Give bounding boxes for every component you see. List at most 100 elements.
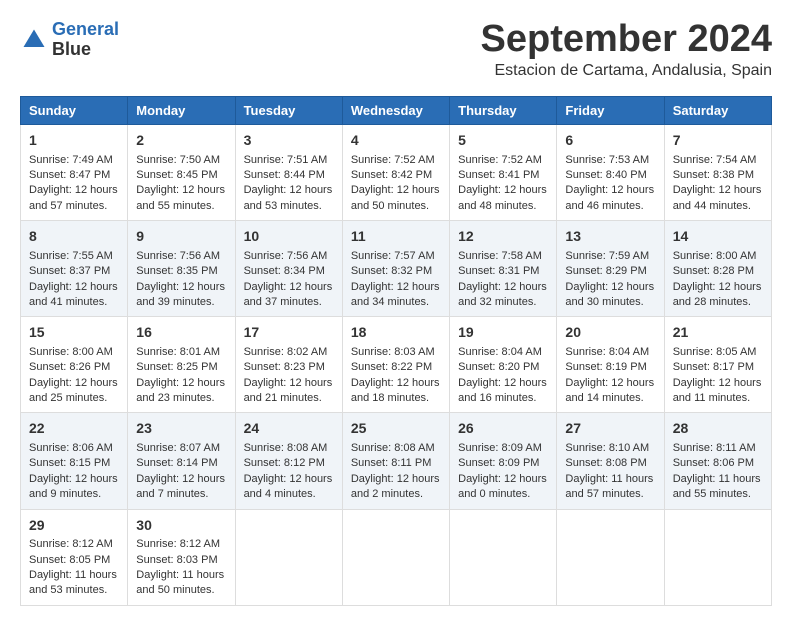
calendar-header-row: Sunday Monday Tuesday Wednesday Thursday… xyxy=(21,97,772,125)
logo-line2: Blue xyxy=(52,40,119,60)
col-saturday: Saturday xyxy=(664,97,771,125)
sunset-text: Sunset: 8:15 PM xyxy=(29,457,110,469)
sunrise-text: Sunrise: 8:00 AM xyxy=(673,250,757,262)
calendar-cell-3-1: 23 Sunrise: 8:07 AM Sunset: 8:14 PM Dayl… xyxy=(128,413,235,509)
logo-line1: General xyxy=(52,19,119,39)
sunrise-text: Sunrise: 8:07 AM xyxy=(136,442,220,454)
day-number: 4 xyxy=(351,131,441,151)
sunrise-text: Sunrise: 8:12 AM xyxy=(136,538,220,550)
daylight-text: Daylight: 12 hours and 30 minutes. xyxy=(565,281,654,308)
col-wednesday: Wednesday xyxy=(342,97,449,125)
sunrise-text: Sunrise: 7:51 AM xyxy=(244,154,328,166)
daylight-text: Daylight: 11 hours and 53 minutes. xyxy=(29,569,117,596)
sunrise-text: Sunrise: 8:05 AM xyxy=(673,346,757,358)
sunrise-text: Sunrise: 8:08 AM xyxy=(244,442,328,454)
sunset-text: Sunset: 8:22 PM xyxy=(351,361,432,373)
calendar-cell-3-0: 22 Sunrise: 8:06 AM Sunset: 8:15 PM Dayl… xyxy=(21,413,128,509)
daylight-text: Daylight: 11 hours and 57 minutes. xyxy=(565,473,653,500)
sunrise-text: Sunrise: 8:10 AM xyxy=(565,442,649,454)
sunset-text: Sunset: 8:14 PM xyxy=(136,457,217,469)
calendar-cell-3-4: 26 Sunrise: 8:09 AM Sunset: 8:09 PM Dayl… xyxy=(450,413,557,509)
sunrise-text: Sunrise: 7:57 AM xyxy=(351,250,435,262)
calendar-table: Sunday Monday Tuesday Wednesday Thursday… xyxy=(20,96,772,606)
location-title: Estacion de Cartama, Andalusia, Spain xyxy=(481,62,773,80)
daylight-text: Daylight: 12 hours and 23 minutes. xyxy=(136,377,225,404)
sunset-text: Sunset: 8:11 PM xyxy=(351,457,432,469)
sunrise-text: Sunrise: 8:12 AM xyxy=(29,538,113,550)
sunset-text: Sunset: 8:41 PM xyxy=(458,169,539,181)
sunset-text: Sunset: 8:23 PM xyxy=(244,361,325,373)
sunset-text: Sunset: 8:19 PM xyxy=(565,361,646,373)
calendar-cell-4-4 xyxy=(450,509,557,605)
sunset-text: Sunset: 8:35 PM xyxy=(136,265,217,277)
calendar-cell-4-5 xyxy=(557,509,664,605)
day-number: 29 xyxy=(29,516,119,536)
day-number: 15 xyxy=(29,323,119,343)
logo-icon xyxy=(20,26,48,54)
sunrise-text: Sunrise: 7:59 AM xyxy=(565,250,649,262)
sunrise-text: Sunrise: 8:08 AM xyxy=(351,442,435,454)
day-number: 8 xyxy=(29,227,119,247)
sunset-text: Sunset: 8:34 PM xyxy=(244,265,325,277)
sunrise-text: Sunrise: 8:04 AM xyxy=(458,346,542,358)
daylight-text: Daylight: 12 hours and 32 minutes. xyxy=(458,281,547,308)
daylight-text: Daylight: 12 hours and 14 minutes. xyxy=(565,377,654,404)
sunset-text: Sunset: 8:29 PM xyxy=(565,265,646,277)
daylight-text: Daylight: 11 hours and 55 minutes. xyxy=(673,473,761,500)
daylight-text: Daylight: 12 hours and 28 minutes. xyxy=(673,281,762,308)
sunset-text: Sunset: 8:08 PM xyxy=(565,457,646,469)
daylight-text: Daylight: 12 hours and 37 minutes. xyxy=(244,281,333,308)
calendar-cell-2-4: 19 Sunrise: 8:04 AM Sunset: 8:20 PM Dayl… xyxy=(450,317,557,413)
sunset-text: Sunset: 8:05 PM xyxy=(29,554,110,566)
day-number: 23 xyxy=(136,419,226,439)
daylight-text: Daylight: 12 hours and 41 minutes. xyxy=(29,281,118,308)
sunrise-text: Sunrise: 8:01 AM xyxy=(136,346,220,358)
daylight-text: Daylight: 12 hours and 39 minutes. xyxy=(136,281,225,308)
sunset-text: Sunset: 8:45 PM xyxy=(136,169,217,181)
sunset-text: Sunset: 8:32 PM xyxy=(351,265,432,277)
week-row-4: 22 Sunrise: 8:06 AM Sunset: 8:15 PM Dayl… xyxy=(21,413,772,509)
sunset-text: Sunset: 8:47 PM xyxy=(29,169,110,181)
calendar-cell-3-2: 24 Sunrise: 8:08 AM Sunset: 8:12 PM Dayl… xyxy=(235,413,342,509)
sunrise-text: Sunrise: 7:54 AM xyxy=(673,154,757,166)
calendar-cell-0-5: 6 Sunrise: 7:53 AM Sunset: 8:40 PM Dayli… xyxy=(557,125,664,221)
calendar-cell-1-0: 8 Sunrise: 7:55 AM Sunset: 8:37 PM Dayli… xyxy=(21,221,128,317)
sunset-text: Sunset: 8:26 PM xyxy=(29,361,110,373)
col-friday: Friday xyxy=(557,97,664,125)
day-number: 14 xyxy=(673,227,763,247)
sunrise-text: Sunrise: 8:06 AM xyxy=(29,442,113,454)
daylight-text: Daylight: 12 hours and 0 minutes. xyxy=(458,473,547,500)
sunrise-text: Sunrise: 7:53 AM xyxy=(565,154,649,166)
daylight-text: Daylight: 12 hours and 2 minutes. xyxy=(351,473,440,500)
sunrise-text: Sunrise: 7:56 AM xyxy=(136,250,220,262)
logo: General Blue xyxy=(20,20,119,60)
logo-text: General Blue xyxy=(52,20,119,60)
calendar-cell-4-1: 30 Sunrise: 8:12 AM Sunset: 8:03 PM Dayl… xyxy=(128,509,235,605)
day-number: 21 xyxy=(673,323,763,343)
daylight-text: Daylight: 12 hours and 44 minutes. xyxy=(673,184,762,211)
calendar-cell-4-0: 29 Sunrise: 8:12 AM Sunset: 8:05 PM Dayl… xyxy=(21,509,128,605)
calendar-cell-0-0: 1 Sunrise: 7:49 AM Sunset: 8:47 PM Dayli… xyxy=(21,125,128,221)
daylight-text: Daylight: 12 hours and 25 minutes. xyxy=(29,377,118,404)
sunset-text: Sunset: 8:03 PM xyxy=(136,554,217,566)
day-number: 3 xyxy=(244,131,334,151)
week-row-1: 1 Sunrise: 7:49 AM Sunset: 8:47 PM Dayli… xyxy=(21,125,772,221)
col-thursday: Thursday xyxy=(450,97,557,125)
sunset-text: Sunset: 8:12 PM xyxy=(244,457,325,469)
month-title: September 2024 xyxy=(481,20,773,58)
page-header: General Blue September 2024 Estacion de … xyxy=(20,20,772,80)
sunset-text: Sunset: 8:09 PM xyxy=(458,457,539,469)
daylight-text: Daylight: 12 hours and 34 minutes. xyxy=(351,281,440,308)
calendar-cell-2-1: 16 Sunrise: 8:01 AM Sunset: 8:25 PM Dayl… xyxy=(128,317,235,413)
daylight-text: Daylight: 12 hours and 11 minutes. xyxy=(673,377,762,404)
calendar-cell-0-2: 3 Sunrise: 7:51 AM Sunset: 8:44 PM Dayli… xyxy=(235,125,342,221)
calendar-cell-4-6 xyxy=(664,509,771,605)
calendar-cell-0-3: 4 Sunrise: 7:52 AM Sunset: 8:42 PM Dayli… xyxy=(342,125,449,221)
sunrise-text: Sunrise: 7:52 AM xyxy=(351,154,435,166)
sunset-text: Sunset: 8:17 PM xyxy=(673,361,754,373)
day-number: 10 xyxy=(244,227,334,247)
day-number: 13 xyxy=(565,227,655,247)
sunset-text: Sunset: 8:28 PM xyxy=(673,265,754,277)
calendar-cell-2-5: 20 Sunrise: 8:04 AM Sunset: 8:19 PM Dayl… xyxy=(557,317,664,413)
daylight-text: Daylight: 12 hours and 50 minutes. xyxy=(351,184,440,211)
